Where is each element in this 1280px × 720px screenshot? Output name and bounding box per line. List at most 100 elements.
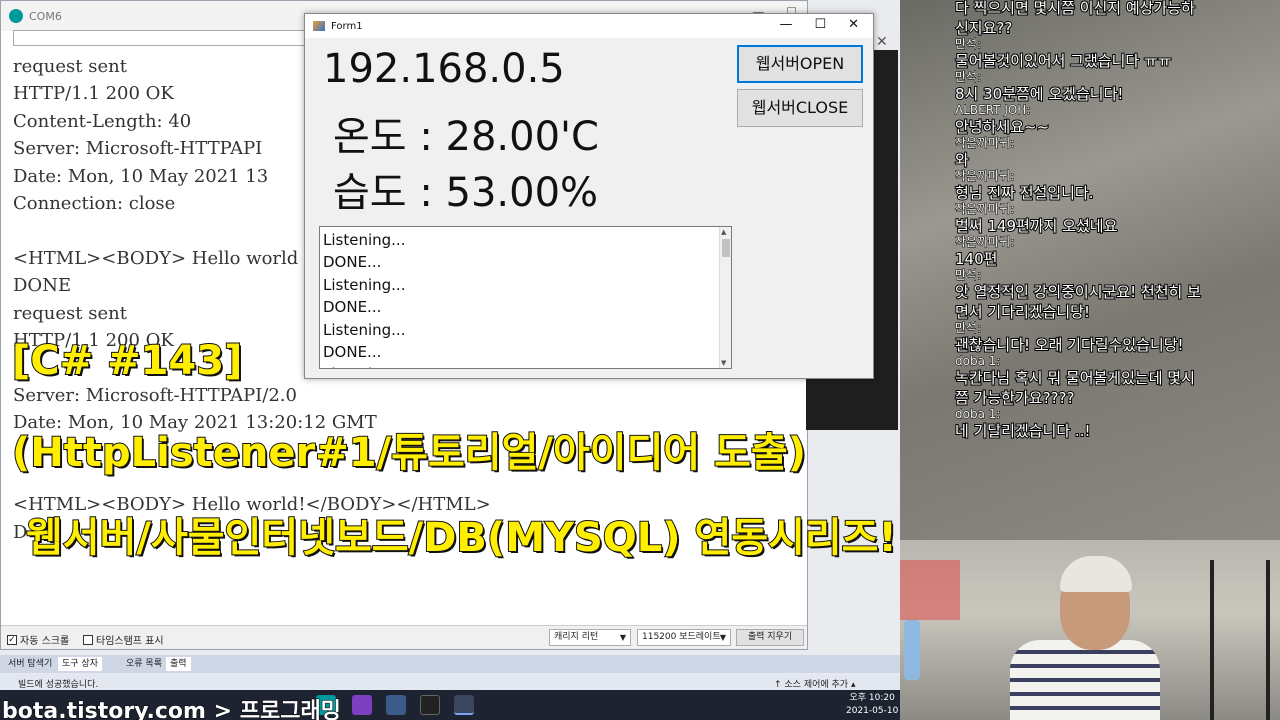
chat-message: 작은까마귀: 와 bbox=[954, 136, 1277, 170]
chat-username: doba 1: bbox=[955, 354, 1001, 368]
checkbox-checked-icon: ✓ bbox=[7, 634, 17, 645]
serial-bottom-bar: ✓ 자동 스크롤 타임스탬프 표시 캐리지 리턴 ▼ 115200 보드레이트 … bbox=[1, 625, 807, 649]
chat-username: 작은까마귀: bbox=[955, 136, 1015, 150]
chat-text: 앗 열정적인 강의중이시군요! 천천히 보 bbox=[954, 282, 1202, 302]
chat-text: 140편 bbox=[954, 249, 998, 269]
humidity-label: 습도 : 53.00% bbox=[333, 170, 599, 216]
arduino-icon bbox=[9, 9, 23, 23]
chat-message: 면서 기다리겠습니당! bbox=[954, 302, 1277, 322]
serial-title: COM6 bbox=[29, 9, 62, 23]
tab-toolbox[interactable]: 도구 상자 bbox=[58, 657, 102, 671]
webserver-close-button[interactable]: 웹서버CLOSE bbox=[737, 89, 863, 127]
chat-username: 만석: bbox=[955, 321, 982, 335]
chat-username: ALBERT JOH: bbox=[955, 103, 1031, 117]
log-list-item: DONE... bbox=[323, 298, 382, 317]
log-list-item: DONE... bbox=[323, 253, 382, 272]
line-ending-select[interactable]: 캐리지 리턴 ▼ bbox=[549, 629, 631, 646]
terminal-taskbar-icon[interactable] bbox=[420, 695, 440, 715]
log-list-item: Listening... bbox=[323, 363, 405, 368]
overlay-episode-title: [C# #143] bbox=[11, 337, 243, 385]
clear-output-button[interactable]: 출력 지우기 bbox=[736, 629, 804, 646]
maximize-icon[interactable]: ☐ bbox=[814, 17, 826, 32]
baud-select[interactable]: 115200 보드레이트 ▼ bbox=[637, 629, 731, 646]
scroll-thumb[interactable] bbox=[722, 239, 730, 257]
chat-text: 안녕하세요~~ bbox=[954, 117, 1050, 137]
timestamp-label: 타임스탬프 표시 bbox=[96, 636, 164, 647]
chat-message: 작은까마귀: 140편 bbox=[954, 235, 1277, 269]
visual-studio-taskbar-icon[interactable] bbox=[352, 695, 372, 715]
screen: COM6 — ☐ request sent HTTP/1.1 200 OK Cont… bbox=[0, 0, 1280, 720]
chevron-down-icon: ▼ bbox=[719, 633, 726, 642]
camera-tripod bbox=[1210, 560, 1270, 720]
chat-username: 작은까마귀: bbox=[955, 169, 1015, 183]
temperature-label: 온도 : 28.00'C bbox=[333, 114, 599, 160]
live-chat-panel: 다 찍으시면 몇시쯤 이신지 예상가능하 신지요?? 만석: 물어볼것이있어서 그랬습… bbox=[900, 0, 1280, 540]
form1-window: Form1 — ☐ ✕ 192.168.0.5 온도 : 28.00'C 습도 … bbox=[304, 13, 874, 379]
line-ending-value: 캐리지 리턴 bbox=[554, 632, 599, 642]
chat-text: 쯤 가능한가요???? bbox=[954, 388, 1075, 408]
chat-text: 물어볼것이있어서 그랬습니다 ㅠㅠ bbox=[954, 51, 1173, 71]
chat-username: 작은까마귀: bbox=[955, 202, 1015, 216]
vs-tool-tabs: 서버 탐색기 도구 상자 오류 목록 출력 bbox=[0, 655, 900, 673]
autoscroll-label: 자동 스크롤 bbox=[20, 636, 70, 647]
chat-text: 녹칸다님 혹시 뭐 물어볼게있는데 몇시 bbox=[954, 368, 1196, 388]
chat-username: 만석: bbox=[955, 268, 982, 282]
wall-flag bbox=[900, 560, 960, 620]
chat-message-list: 다 찍으시면 몇시쯤 이신지 예상가능하 신지요?? 만석: 물어볼것이있어서 그랬습… bbox=[954, 0, 1277, 441]
app-taskbar-icon[interactable] bbox=[386, 695, 406, 715]
chat-username: 작은까마귀: bbox=[955, 235, 1015, 249]
chevron-down-icon: ▼ bbox=[619, 633, 626, 642]
serial-output-line: Server: Microsoft-HTTPAPI/2.0 bbox=[13, 384, 297, 406]
streamer-beanie bbox=[1060, 556, 1132, 592]
chat-text: 네 기달리겠습니다 ..! bbox=[954, 421, 1092, 441]
taskbar-clock: 오후 10:20 2021-05-10 bbox=[846, 692, 898, 718]
close-icon[interactable]: ✕ bbox=[876, 34, 888, 50]
log-list-item: Listening... bbox=[323, 275, 406, 294]
webcam-feed bbox=[900, 540, 1280, 720]
tab-error-list[interactable]: 오류 목록 bbox=[122, 657, 166, 671]
minimize-icon[interactable]: — bbox=[779, 17, 792, 32]
chat-text: 8시 30분쯤에 오겠습니다! bbox=[954, 84, 1124, 104]
log-list: Listening... DONE... Listening... DONE... Li… bbox=[323, 229, 406, 368]
clock-date: 2021-05-10 bbox=[846, 706, 899, 716]
form-app-icon bbox=[313, 21, 325, 31]
chat-username: 만석: bbox=[955, 70, 982, 84]
timestamp-checkbox[interactable]: 타임스탬프 표시 bbox=[83, 632, 164, 647]
chat-message: 신지요?? bbox=[954, 18, 1277, 38]
blog-watermark: bota.tistory.com > 프로그래밍 bbox=[2, 699, 342, 720]
chat-message: doba 1: 녹칸다님 혹시 뭐 물어볼게있는데 몇시 bbox=[954, 354, 1277, 388]
source-control-button[interactable]: ↑ 소스 제어에 추가 ▴ bbox=[774, 677, 855, 690]
chat-username: doba 1: bbox=[955, 407, 1001, 421]
chat-message: 작은까마귀: 형님 진짜 전설입니다. bbox=[954, 169, 1277, 203]
overlay-subtitle: (HttpListener#1/튜토리얼/아이디어 도출) bbox=[11, 429, 807, 477]
log-scrollbar[interactable]: ▲ ▼ bbox=[719, 227, 731, 368]
autoscroll-checkbox[interactable]: ✓ 자동 스크롤 bbox=[7, 632, 69, 647]
chat-text: 면서 기다리겠습니당! bbox=[954, 302, 1091, 322]
log-listbox[interactable]: Listening... DONE... Listening... DONE... Li… bbox=[319, 226, 732, 369]
form-taskbar-icon[interactable] bbox=[454, 695, 474, 715]
chat-text: 형님 진짜 전설입니다. bbox=[954, 183, 1095, 203]
form1-title: Form1 bbox=[331, 20, 363, 32]
webserver-open-button[interactable]: 웹서버OPEN bbox=[737, 45, 863, 83]
chat-message: 쯤 가능한가요???? bbox=[954, 388, 1277, 408]
chat-message: 만석: 앗 열정적인 강의중이시군요! 천천히 보 bbox=[954, 268, 1277, 302]
scroll-up-icon[interactable]: ▲ bbox=[721, 228, 726, 236]
overlay-series-title: 웹서버/사물인터넷보드/DB(MYSQL) 연동시리즈! bbox=[25, 514, 898, 562]
checkbox-empty-icon bbox=[83, 634, 93, 645]
chat-message: ALBERT JOH: 안녕하세요~~ bbox=[954, 103, 1277, 137]
streamer-shirt bbox=[1010, 640, 1160, 720]
chat-message: 작은까마귀: 벌써 149편까지 오셨네요 bbox=[954, 202, 1277, 236]
chat-text: 다 찍으시면 몇시쯤 이신지 예상가능하 bbox=[954, 0, 1196, 18]
close-icon[interactable]: ✕ bbox=[848, 17, 859, 32]
log-list-item: Listening... bbox=[323, 320, 406, 339]
chat-message: doba 1: 네 기달리겠습니다 ..! bbox=[954, 407, 1277, 441]
tab-output[interactable]: 출력 bbox=[166, 657, 191, 671]
chat-message: 만석: 8시 30분쯤에 오겠습니다! bbox=[954, 70, 1277, 104]
tab-server-explorer[interactable]: 서버 탐색기 bbox=[4, 657, 56, 671]
chat-text: 와 bbox=[954, 150, 970, 170]
ip-address-label: 192.168.0.5 bbox=[323, 46, 565, 92]
build-status-text: 빌드에 성공했습니다. bbox=[18, 680, 99, 690]
log-list-item: Listening... bbox=[323, 231, 406, 249]
form1-window-controls: — ☐ ✕ bbox=[779, 17, 859, 32]
scroll-down-icon[interactable]: ▼ bbox=[721, 359, 726, 367]
